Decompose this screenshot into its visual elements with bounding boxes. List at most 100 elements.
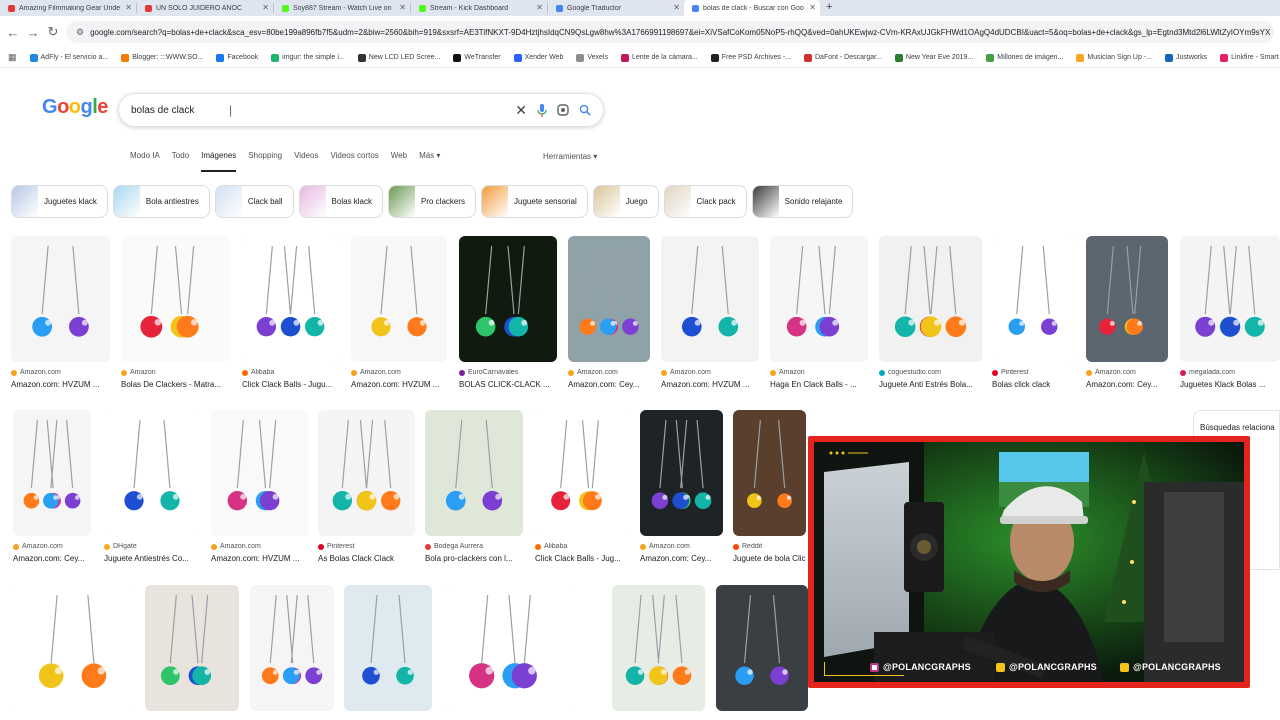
result-thumbnail[interactable] — [733, 410, 806, 536]
image-result[interactable]: Amazon.com Amazon.com: Cey... — [640, 410, 723, 563]
image-result[interactable]: Amazon.com Amazon.com: HVZUM ... — [661, 236, 759, 389]
image-result[interactable]: Pinterest Bolas click clack — [992, 236, 1074, 389]
image-result[interactable]: Amazon.com Amazon.com: Cey... — [1086, 236, 1168, 389]
result-title[interactable]: Juguete Anti Estrés Bola... — [879, 380, 982, 389]
browser-tab[interactable]: UN SOLO JUIDERO ANOC ✕ — [137, 0, 273, 16]
related-chip[interactable]: Juguetes klack — [11, 185, 108, 218]
result-thumbnail[interactable] — [104, 410, 200, 536]
bookmark-item[interactable]: Facebook — [216, 53, 258, 62]
close-tab-icon[interactable]: ✕ — [673, 3, 680, 12]
close-tab-icon[interactable]: ✕ — [125, 3, 132, 12]
result-title[interactable]: Click Clack Balls - Jug... — [535, 554, 630, 563]
result-title[interactable]: BOLAS CLICK-CLACK ... — [459, 380, 557, 389]
image-result[interactable]: megalada.com Juguetes Klack Bolas ... — [1180, 236, 1280, 389]
image-result[interactable]: DHgate Juguete Antiestrés Co... — [104, 410, 200, 563]
result-thumbnail[interactable] — [879, 236, 982, 362]
image-result[interactable]: Alibaba Click Clack Balls - Jug... — [535, 410, 630, 563]
tab-videos-cortos[interactable]: Videos cortos — [330, 148, 378, 172]
result-title[interactable]: As Bolas Clack Clack — [318, 554, 415, 563]
image-result[interactable]: Amazon.com Amazon.com: HVZUM ... — [351, 236, 447, 389]
browser-tab[interactable]: bolas de clack - Buscar con Goo ✕ — [684, 0, 820, 16]
tab-videos[interactable]: Videos — [294, 148, 318, 172]
result-title[interactable]: Bolas click clack — [992, 380, 1074, 389]
related-chip[interactable]: Sonido relajante — [751, 185, 854, 218]
google-logo[interactable]: Google — [42, 96, 108, 119]
image-result[interactable] — [716, 585, 808, 711]
result-title[interactable]: Amazon.com: HVZUM ... — [11, 380, 110, 389]
bookmark-item[interactable]: Lente de la cámara... — [620, 53, 698, 62]
result-thumbnail[interactable] — [445, 585, 573, 711]
bookmark-item[interactable]: Blogger: :::WWW.SO... — [121, 53, 203, 62]
result-thumbnail[interactable] — [459, 236, 557, 362]
result-thumbnail[interactable] — [716, 585, 808, 711]
result-thumbnail[interactable] — [661, 236, 759, 362]
image-result[interactable]: EuroCarnavales BOLAS CLICK-CLACK ... — [459, 236, 557, 389]
result-thumbnail[interactable] — [535, 410, 630, 536]
address-bar[interactable]: ⚙ google.com/search?q=bolas+de+clack&sca… — [66, 21, 1274, 43]
search-icon[interactable] — [579, 104, 591, 116]
result-thumbnail[interactable] — [640, 410, 723, 536]
image-result[interactable] — [145, 585, 239, 711]
tab-m-s[interactable]: Más ▾ — [419, 148, 440, 172]
image-result[interactable] — [344, 585, 432, 711]
result-thumbnail[interactable] — [344, 585, 432, 711]
related-chip[interactable]: Clack ball — [214, 185, 294, 218]
result-title[interactable]: Bolas De Clackers - Matra... — [121, 380, 230, 389]
image-result[interactable]: Amazon.com Amazon.com: HVZUM ... — [211, 410, 308, 563]
close-tab-icon[interactable]: ✕ — [809, 3, 816, 12]
result-thumbnail[interactable] — [770, 236, 868, 362]
result-title[interactable]: Amazon.com: Cey... — [1086, 380, 1168, 389]
image-result[interactable]: Amazon.com Amazon.com: Cey... — [13, 410, 91, 563]
image-result[interactable]: Amazon.com Amazon.com: Cey... — [568, 236, 650, 389]
image-result[interactable]: Amazon.com Amazon.com: HVZUM ... — [11, 236, 110, 389]
result-title[interactable]: Juguete de bola Clic — [733, 554, 806, 563]
close-tab-icon[interactable]: ✕ — [262, 3, 269, 12]
bookmark-item[interactable]: Justworks — [1165, 53, 1207, 62]
result-title[interactable]: Haga En Clack Balls - ... — [770, 380, 868, 389]
image-result[interactable] — [250, 585, 334, 711]
lens-icon[interactable] — [557, 104, 569, 116]
related-chip[interactable]: Bola antiestres — [112, 185, 210, 218]
back-icon[interactable]: ← — [6, 25, 20, 40]
tab-shopping[interactable]: Shopping — [248, 148, 282, 172]
search-input[interactable] — [131, 104, 516, 116]
result-thumbnail[interactable] — [318, 410, 415, 536]
image-result[interactable]: coguestudio.com Juguete Anti Estrés Bola.… — [879, 236, 982, 389]
bookmark-item[interactable]: Millones de imágen... — [986, 53, 1063, 62]
close-tab-icon[interactable]: ✕ — [536, 3, 543, 12]
image-result[interactable] — [612, 585, 705, 711]
bookmark-item[interactable]: Musician Sign Up -... — [1076, 53, 1152, 62]
related-chip[interactable]: Bolas klack — [298, 185, 383, 218]
result-thumbnail[interactable] — [250, 585, 334, 711]
browser-tab[interactable]: Soy887 Stream - Watch Live on ✕ — [274, 0, 410, 16]
related-chip[interactable]: Clack pack — [663, 185, 747, 218]
result-thumbnail[interactable] — [612, 585, 705, 711]
bookmark-item[interactable]: DaFont - Descargar... — [804, 53, 882, 62]
site-info-icon[interactable]: ⚙ — [76, 27, 84, 38]
result-title[interactable]: Amazon.com: HVZUM ... — [661, 380, 759, 389]
result-thumbnail[interactable] — [992, 236, 1074, 362]
microphone-icon[interactable] — [537, 103, 547, 117]
tab-web[interactable]: Web — [391, 148, 407, 172]
image-result[interactable] — [445, 585, 573, 711]
bookmark-item[interactable]: Xender Web — [513, 53, 563, 62]
apps-grid-icon[interactable]: ▦ — [8, 52, 17, 63]
result-title[interactable]: Amazon.com: HVZUM ... — [351, 380, 447, 389]
tab-todo[interactable]: Todo — [172, 148, 189, 172]
bookmark-item[interactable]: Linkfire - Smart link... — [1220, 53, 1280, 62]
result-thumbnail[interactable] — [568, 236, 650, 362]
image-result[interactable]: Amazon Bolas De Clackers - Matra... — [121, 236, 230, 389]
image-result[interactable]: Reddit Juguete de bola Clic — [733, 410, 806, 563]
image-result[interactable]: Pinterest As Bolas Clack Clack — [318, 410, 415, 563]
related-chip[interactable]: Juego — [592, 185, 659, 218]
bookmark-item[interactable]: WeTransfer — [453, 53, 501, 62]
result-thumbnail[interactable] — [145, 585, 239, 711]
related-chip[interactable]: Pro clackers — [388, 185, 477, 218]
result-thumbnail[interactable] — [1086, 236, 1168, 362]
result-thumbnail[interactable] — [425, 410, 523, 536]
result-title[interactable]: Juguete Antiestrés Co... — [104, 554, 200, 563]
tab-modo-ia[interactable]: Modo IA — [130, 148, 160, 172]
result-thumbnail[interactable] — [11, 236, 110, 362]
result-title[interactable]: Amazon.com: HVZUM ... — [211, 554, 308, 563]
image-result[interactable]: Bodega Aurrera Bola pro-clackers con l... — [425, 410, 523, 563]
